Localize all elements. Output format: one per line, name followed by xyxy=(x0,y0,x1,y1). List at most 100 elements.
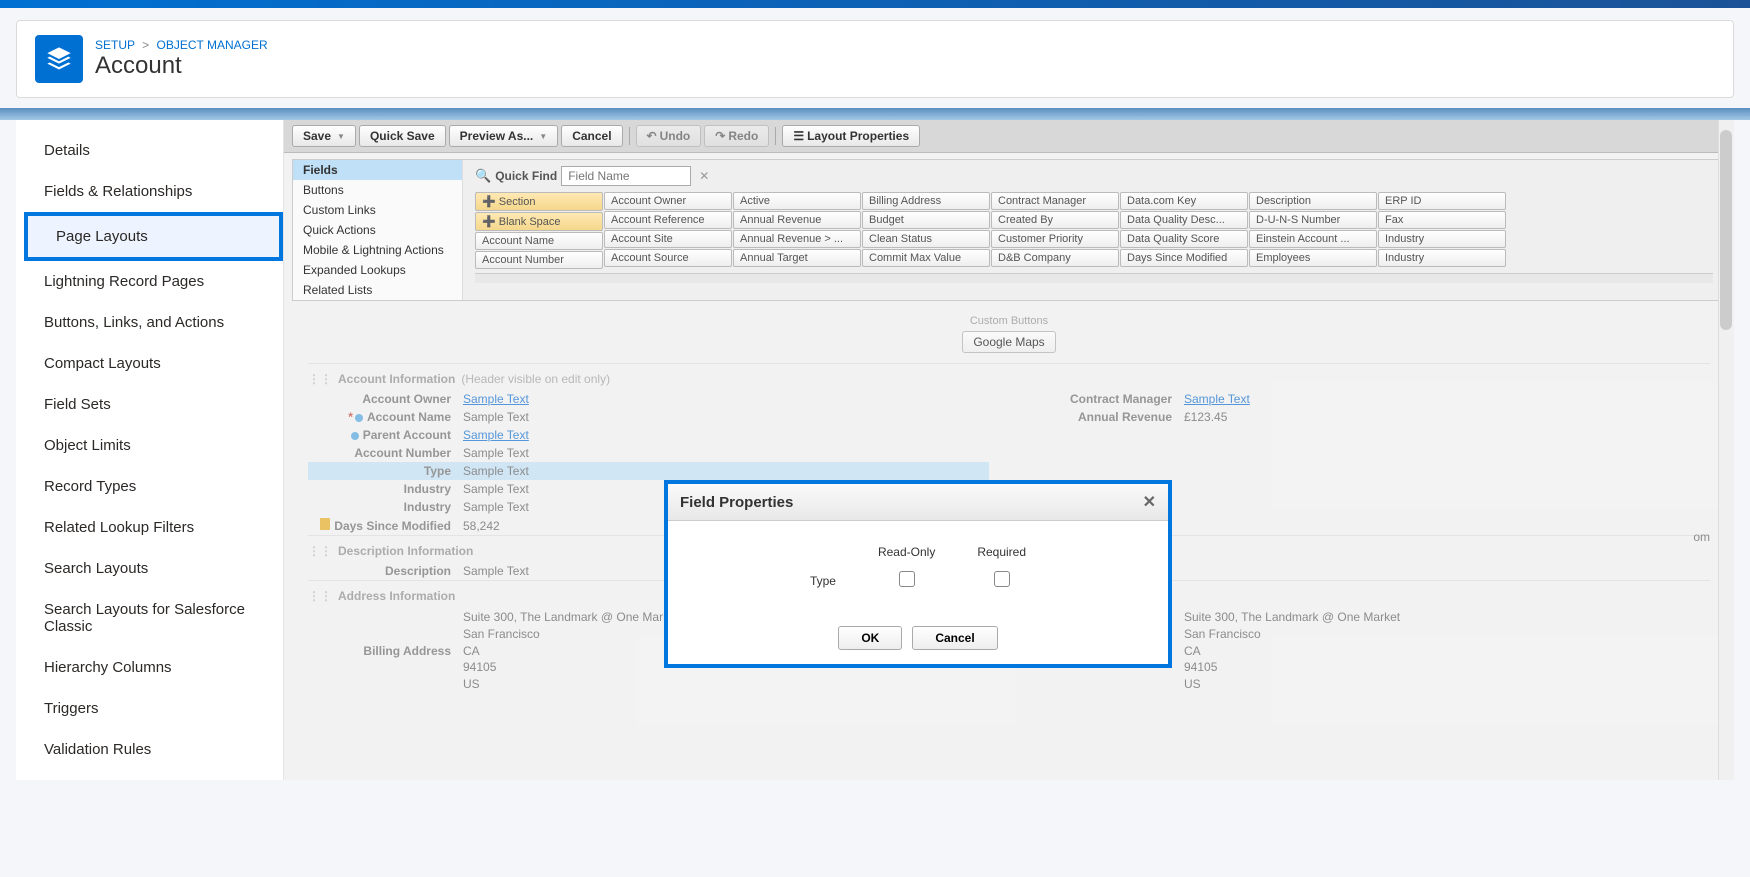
field-chip[interactable]: Created By xyxy=(991,211,1119,229)
google-maps-button[interactable]: Google Maps xyxy=(962,331,1055,353)
field-chip[interactable]: D-U-N-S Number xyxy=(1249,211,1377,229)
horizontal-scroll[interactable] xyxy=(475,273,1713,283)
cancel-modal-button[interactable]: Cancel xyxy=(912,626,997,650)
sidebar-item-lightning-record-pages[interactable]: Lightning Record Pages xyxy=(16,261,283,302)
field-chip[interactable]: Account Number xyxy=(475,251,603,269)
modal-body: Read-Only Required Type xyxy=(668,521,1168,616)
field-label: Annual Revenue xyxy=(1029,410,1184,424)
field-chip[interactable]: Days Since Modified xyxy=(1120,249,1248,267)
palette-cat-custom-links[interactable]: Custom Links xyxy=(293,200,462,220)
close-icon[interactable]: ✕ xyxy=(1143,492,1156,512)
field-properties-modal: Field Properties ✕ Read-Only Required Ty… xyxy=(664,480,1172,668)
palette: FieldsButtonsCustom LinksQuick ActionsMo… xyxy=(292,159,1726,301)
palette-cat-fields[interactable]: Fields xyxy=(293,160,462,180)
field-chip[interactable]: Employees xyxy=(1249,249,1377,267)
sidebar-item-hierarchy-columns[interactable]: Hierarchy Columns xyxy=(16,647,283,688)
field-chip[interactable]: Account Owner xyxy=(604,192,732,210)
field-chip[interactable]: Data Quality Score xyxy=(1120,230,1248,248)
field-chip[interactable]: Customer Priority xyxy=(991,230,1119,248)
cancel-button[interactable]: Cancel xyxy=(561,125,622,147)
field-chip[interactable]: Industry xyxy=(1378,249,1506,267)
shipping-value: Suite 300, The Landmark @ One MarketSan … xyxy=(1184,609,1400,693)
sidebar-item-compact-layouts[interactable]: Compact Layouts xyxy=(16,343,283,384)
field-chip[interactable]: D&B Company xyxy=(991,249,1119,267)
quick-save-button[interactable]: Quick Save xyxy=(359,125,446,147)
field-chip[interactable]: Commit Max Value xyxy=(862,249,990,267)
palette-cat-buttons[interactable]: Buttons xyxy=(293,180,462,200)
sidebar-item-record-types[interactable]: Record Types xyxy=(16,466,283,507)
field-chip[interactable]: Description xyxy=(1249,192,1377,210)
detail-row[interactable]: TypeSample Text xyxy=(308,462,989,480)
scroll-thumb[interactable] xyxy=(1720,130,1732,330)
required-checkbox[interactable] xyxy=(994,571,1010,587)
field-label: Industry xyxy=(308,482,463,496)
ok-button[interactable]: OK xyxy=(838,626,902,650)
field-chip[interactable]: Industry xyxy=(1378,230,1506,248)
field-chip[interactable]: Fax xyxy=(1378,211,1506,229)
field-chip[interactable]: Account Reference xyxy=(604,211,732,229)
field-chip[interactable]: Account Site xyxy=(604,230,732,248)
sidebar-item-object-limits[interactable]: Object Limits xyxy=(16,425,283,466)
preview-button[interactable]: Preview As... xyxy=(449,125,559,147)
palette-cat-quick-actions[interactable]: Quick Actions xyxy=(293,220,462,240)
drag-handle-icon[interactable]: ⋮⋮ xyxy=(308,544,332,558)
undo-button[interactable]: ↶ Undo xyxy=(636,125,702,147)
clear-icon[interactable]: ✕ xyxy=(699,169,709,183)
palette-cat-expanded-lookups[interactable]: Expanded Lookups xyxy=(293,260,462,280)
field-chip[interactable]: Clean Status xyxy=(862,230,990,248)
vertical-scrollbar[interactable] xyxy=(1718,120,1734,780)
drag-handle-icon[interactable]: ⋮⋮ xyxy=(308,372,332,386)
field-chip[interactable]: ➕ Section xyxy=(475,192,603,211)
field-chip[interactable]: Data.com Key xyxy=(1120,192,1248,210)
field-chip[interactable]: Annual Revenue > ... xyxy=(733,230,861,248)
field-chip[interactable]: Account Source xyxy=(604,249,732,267)
sidebar-item-search-layouts[interactable]: Search Layouts xyxy=(16,548,283,589)
save-button[interactable]: Save xyxy=(292,125,356,147)
sidebar-item-triggers[interactable]: Triggers xyxy=(16,688,283,729)
field-label: Description xyxy=(308,564,463,578)
palette-cat-mobile-lightning-actions[interactable]: Mobile & Lightning Actions xyxy=(293,240,462,260)
sidebar-item-details[interactable]: Details xyxy=(16,130,283,171)
field-chip[interactable]: ERP ID xyxy=(1378,192,1506,210)
field-chip[interactable]: ➕ Blank Space xyxy=(475,212,603,231)
field-label: Days Since Modified xyxy=(308,518,463,533)
drag-handle-icon[interactable]: ⋮⋮ xyxy=(308,589,332,603)
field-chip[interactable]: Annual Revenue xyxy=(733,211,861,229)
field-chip[interactable]: Billing Address xyxy=(862,192,990,210)
sidebar-item-buttons-links-and-actions[interactable]: Buttons, Links, and Actions xyxy=(16,302,283,343)
breadcrumb-object-manager[interactable]: OBJECT MANAGER xyxy=(157,38,268,52)
detail-row[interactable]: *Account NameSample Text xyxy=(308,408,989,426)
field-chip[interactable]: Contract Manager xyxy=(991,192,1119,210)
modal-table: Read-Only Required Type xyxy=(788,539,1048,598)
readonly-checkbox[interactable] xyxy=(899,571,915,587)
detail-row[interactable]: Contract ManagerSample Text xyxy=(1029,390,1710,408)
field-chip[interactable]: Data Quality Desc... xyxy=(1120,211,1248,229)
toolbar-sep xyxy=(775,127,776,145)
breadcrumb-setup[interactable]: SETUP xyxy=(95,38,135,52)
detail-row[interactable]: Parent AccountSample Text xyxy=(308,426,989,444)
layout-properties-button[interactable]: ☰ Layout Properties xyxy=(782,125,920,147)
field-chip[interactable]: Budget xyxy=(862,211,990,229)
field-chip[interactable]: Annual Target xyxy=(733,249,861,267)
field-chip[interactable]: Account Name xyxy=(475,232,603,250)
quick-find-input[interactable] xyxy=(561,166,691,186)
palette-cat-related-lists[interactable]: Related Lists xyxy=(293,280,462,300)
detail-row[interactable]: Account OwnerSample Text xyxy=(308,390,989,408)
sidebar-item-search-layouts-for-salesforce-classic[interactable]: Search Layouts for Salesforce Classic xyxy=(16,589,283,647)
field-value: Sample Text xyxy=(463,564,529,578)
redo-button[interactable]: ↷ Redo xyxy=(704,125,769,147)
field-value: Sample Text xyxy=(463,392,529,406)
field-value: Sample Text xyxy=(1184,392,1250,406)
sidebar-item-fields-relationships[interactable]: Fields & Relationships xyxy=(16,171,283,212)
field-chip[interactable]: Einstein Account ... xyxy=(1249,230,1377,248)
content: Save Quick Save Preview As... Cancel ↶ U… xyxy=(284,120,1734,780)
custom-buttons-title: Custom Buttons xyxy=(962,315,1055,327)
detail-row[interactable]: Annual Revenue£123.45 xyxy=(1029,408,1710,426)
sidebar-item-field-sets[interactable]: Field Sets xyxy=(16,384,283,425)
sidebar-item-related-lookup-filters[interactable]: Related Lookup Filters xyxy=(16,507,283,548)
sidebar-item-validation-rules[interactable]: Validation Rules xyxy=(16,729,283,770)
palette-categories: FieldsButtonsCustom LinksQuick ActionsMo… xyxy=(293,160,463,300)
sidebar-item-page-layouts[interactable]: Page Layouts xyxy=(24,212,283,261)
field-chip[interactable]: Active xyxy=(733,192,861,210)
detail-row[interactable]: Account NumberSample Text xyxy=(308,444,989,462)
